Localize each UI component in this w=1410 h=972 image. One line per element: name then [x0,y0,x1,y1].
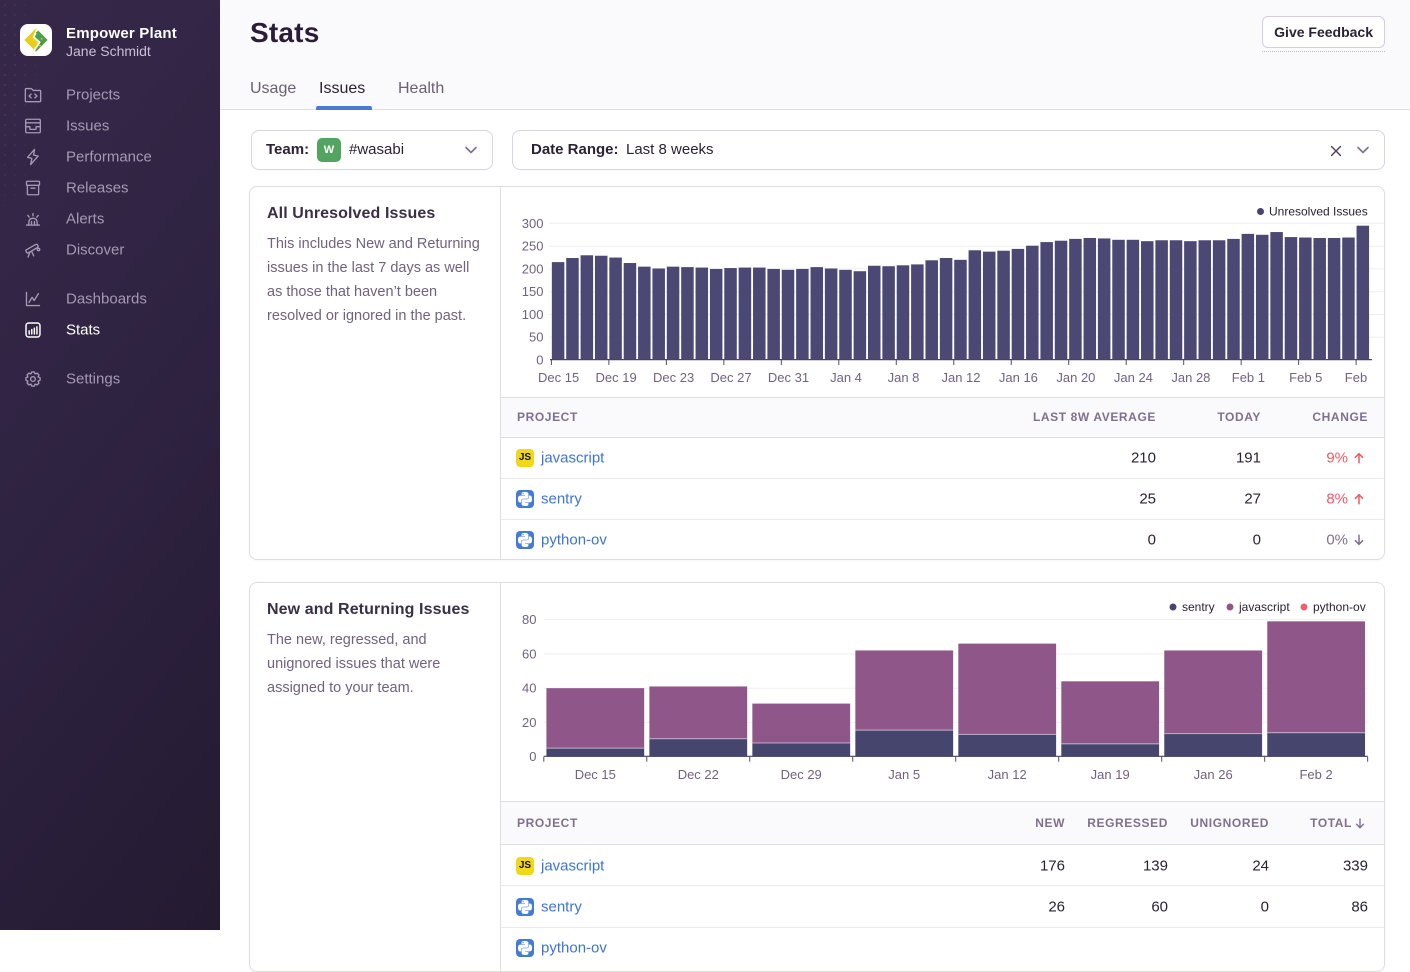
svg-text:Jan 8: Jan 8 [888,370,920,385]
svg-text:Dec 31: Dec 31 [768,370,809,385]
svg-text:300: 300 [522,216,544,231]
svg-text:0: 0 [529,749,536,764]
svg-text:Feb 5: Feb 5 [1289,370,1322,385]
svg-text:javascript: javascript [1238,600,1290,614]
svg-text:Unresolved Issues: Unresolved Issues [1269,205,1368,219]
svg-text:Dec 27: Dec 27 [710,370,751,385]
svg-text:Feb 1: Feb 1 [1232,370,1265,385]
svg-text:150: 150 [522,284,544,299]
svg-text:80: 80 [522,612,536,627]
svg-text:Dec 22: Dec 22 [678,767,719,782]
svg-text:200: 200 [522,261,544,276]
svg-text:Jan 5: Jan 5 [888,767,920,782]
svg-text:50: 50 [529,330,543,345]
svg-text:Dec 23: Dec 23 [653,370,694,385]
svg-text:100: 100 [522,307,544,322]
svg-text:Jan 12: Jan 12 [941,370,980,385]
svg-text:Dec 15: Dec 15 [538,370,579,385]
svg-text:250: 250 [522,239,544,254]
svg-text:40: 40 [522,681,536,696]
svg-text:Dec 15: Dec 15 [575,767,616,782]
svg-text:Jan 28: Jan 28 [1171,370,1210,385]
svg-text:Dec 29: Dec 29 [781,767,822,782]
svg-text:Jan 19: Jan 19 [1091,767,1130,782]
svg-text:60: 60 [522,646,536,661]
svg-text:Jan 12: Jan 12 [988,767,1027,782]
svg-text:Jan 16: Jan 16 [999,370,1038,385]
svg-text:0: 0 [536,353,543,368]
svg-text:20: 20 [522,715,536,730]
svg-text:Feb: Feb [1345,370,1367,385]
svg-text:python-ov: python-ov [1313,600,1366,614]
svg-text:sentry: sentry [1182,600,1215,614]
svg-text:Feb 2: Feb 2 [1299,767,1332,782]
svg-text:Jan 20: Jan 20 [1056,370,1095,385]
svg-text:Jan 26: Jan 26 [1194,767,1233,782]
svg-text:Jan 24: Jan 24 [1114,370,1153,385]
svg-text:Dec 19: Dec 19 [595,370,636,385]
svg-text:Jan 4: Jan 4 [830,370,862,385]
